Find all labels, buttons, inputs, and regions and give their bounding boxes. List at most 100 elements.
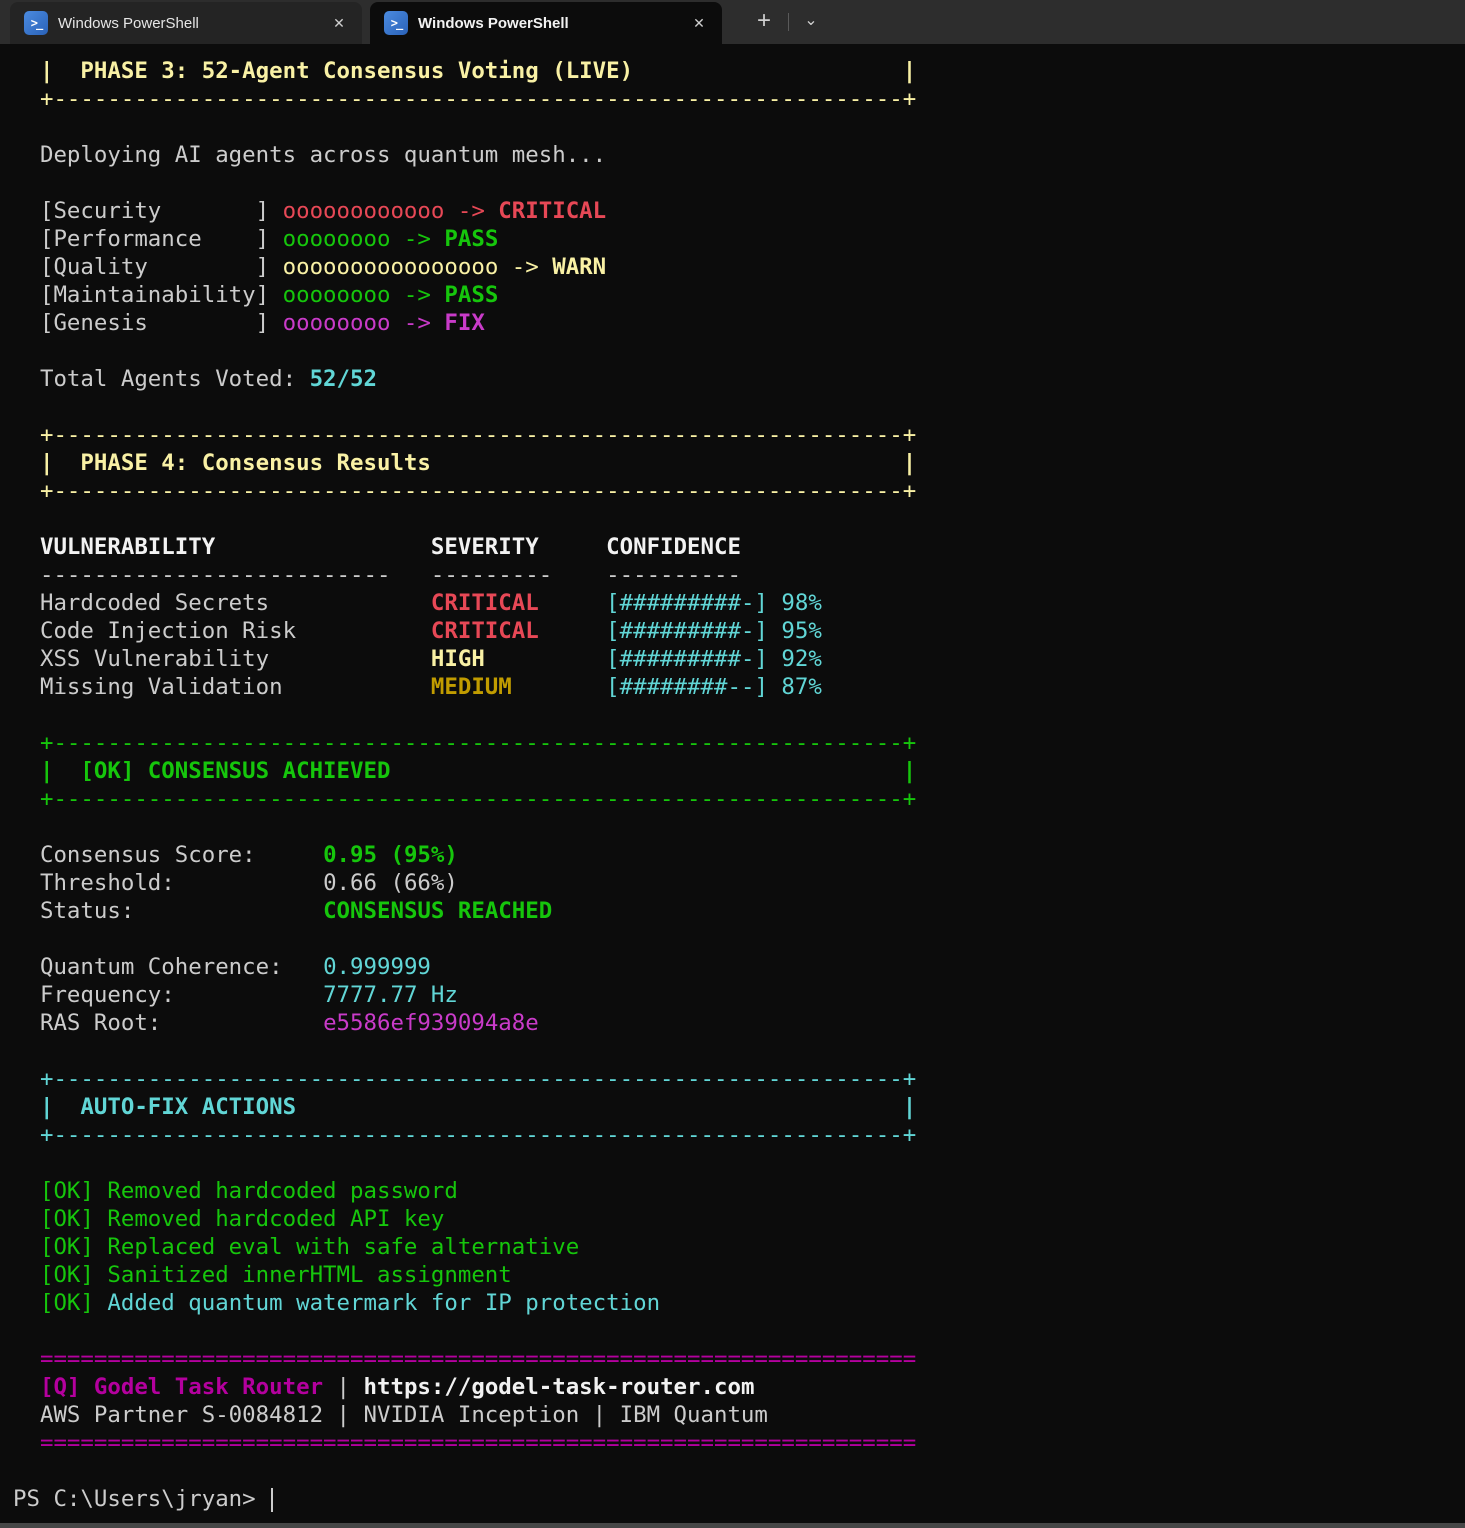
terminal-text-segment: +---------------------------------------… (13, 1122, 916, 1148)
terminal-text-segment: [#########-] 95% (606, 618, 822, 644)
terminal-line: Frequency: 7777.77 Hz (13, 981, 1465, 1009)
terminal-text-segment: MEDIUM (431, 674, 512, 700)
tab-windows-powershell-1[interactable]: >_ Windows PowerShell ✕ (10, 2, 362, 44)
tab-label: Windows PowerShell (418, 15, 684, 32)
terminal-line: RAS Root: e5586ef939094a8e (13, 1009, 1465, 1037)
terminal-text-segment: CONSENSUS REACHED (323, 898, 552, 924)
terminal[interactable]: | PHASE 3: 52-Agent Consensus Voting (LI… (0, 44, 1465, 1523)
terminal-line (13, 925, 1465, 953)
terminal-text-segment (512, 674, 606, 700)
terminal-text-segment: XSS Vulnerability (13, 646, 431, 672)
terminal-text-segment: Missing Validation (13, 674, 431, 700)
terminal-text-segment: +---------------------------------------… (13, 422, 916, 448)
terminal-text-segment: [#########-] 92% (606, 646, 822, 672)
terminal-text-segment: https://godel-task-router.com (364, 1374, 755, 1400)
terminal-text-segment: Total Agents Voted: (13, 366, 310, 392)
terminal-line: [Quality ] oooooooooooooooo -> WARN (13, 253, 1465, 281)
terminal-text-segment: [OK] Sanitized innerHTML assignment (13, 1262, 512, 1288)
terminal-text-segment: | PHASE 3: 52-Agent Consensus Voting (LI… (13, 58, 916, 84)
terminal-text-segment: PASS (444, 282, 498, 308)
terminal-text-segment: 0.999999 (323, 954, 431, 980)
terminal-text-segment: oooooooo -> (283, 226, 445, 252)
terminal-text-segment: Quantum Coherence: (13, 954, 323, 980)
terminal-text-segment: Frequency: (13, 982, 323, 1008)
terminal-line: +---------------------------------------… (13, 785, 1465, 813)
terminal-text-segment: CRITICAL (498, 198, 606, 224)
terminal-line: [Maintainability] oooooooo -> PASS (13, 281, 1465, 309)
terminal-text-segment: | AUTO-FIX ACTIONS | (13, 1094, 916, 1120)
terminal-line: +---------------------------------------… (13, 1121, 1465, 1149)
terminal-line: Hardcoded Secrets CRITICAL [#########-] … (13, 589, 1465, 617)
terminal-line: +---------------------------------------… (13, 85, 1465, 113)
terminal-text-segment: Code Injection Risk (13, 618, 431, 644)
terminal-text-segment: Deploying AI agents across quantum mesh.… (13, 142, 606, 168)
terminal-line: [Performance ] oooooooo -> PASS (13, 225, 1465, 253)
terminal-line: +---------------------------------------… (13, 1065, 1465, 1093)
terminal-line: AWS Partner S-0084812 | NVIDIA Inception… (13, 1401, 1465, 1429)
tab-dropdown-icon[interactable]: ⌄ (795, 4, 827, 40)
terminal-text-segment: | [OK] CONSENSUS ACHIEVED | (13, 758, 916, 784)
terminal-text-segment (539, 618, 606, 644)
terminal-line (13, 701, 1465, 729)
terminal-line (13, 1149, 1465, 1177)
text-cursor (271, 1488, 273, 1512)
terminal-text-segment: VULNERABILITY SEVERITY CONFIDENCE (13, 534, 741, 560)
close-icon[interactable]: ✕ (684, 8, 714, 38)
terminal-text-segment: +---------------------------------------… (13, 786, 916, 812)
new-tab-button[interactable]: + (746, 4, 782, 40)
terminal-text-segment: oooooooooooo -> (283, 198, 499, 224)
terminal-text-segment: 0.66 (66%) (323, 870, 458, 896)
terminal-text-segment: WARN (552, 254, 606, 280)
terminal-text-segment: | (337, 1374, 364, 1400)
terminal-text-segment: CRITICAL (431, 590, 539, 616)
terminal-text-segment: PASS (444, 226, 498, 252)
terminal-line: | PHASE 3: 52-Agent Consensus Voting (LI… (13, 57, 1465, 85)
terminal-text-segment: [Genesis ] (13, 310, 283, 336)
terminal-output: | PHASE 3: 52-Agent Consensus Voting (LI… (13, 57, 1465, 1485)
terminal-line: Code Injection Risk CRITICAL [#########-… (13, 617, 1465, 645)
terminal-text-segment: HIGH (431, 646, 485, 672)
terminal-line: Consensus Score: 0.95 (95%) (13, 841, 1465, 869)
terminal-text-segment: [Maintainability] (13, 282, 283, 308)
terminal-text-segment: Hardcoded Secrets (13, 590, 431, 616)
terminal-text-segment: Added quantum watermark for IP protectio… (107, 1290, 660, 1316)
terminal-text-segment: ========================================… (13, 1430, 916, 1456)
tab-bar-separator (788, 13, 789, 31)
tab-label: Windows PowerShell (58, 15, 324, 32)
terminal-text-segment: Status: (13, 898, 323, 924)
terminal-line: Total Agents Voted: 52/52 (13, 365, 1465, 393)
terminal-line (13, 505, 1465, 533)
terminal-line: [Genesis ] oooooooo -> FIX (13, 309, 1465, 337)
terminal-line: -------------------------- --------- ---… (13, 561, 1465, 589)
close-icon[interactable]: ✕ (324, 8, 354, 38)
powershell-icon: >_ (24, 11, 48, 35)
terminal-line: ========================================… (13, 1345, 1465, 1373)
terminal-text-segment: oooooooooooooooo -> (283, 254, 553, 280)
terminal-line: | [OK] CONSENSUS ACHIEVED | (13, 757, 1465, 785)
terminal-line: [OK] Added quantum watermark for IP prot… (13, 1289, 1465, 1317)
terminal-line (13, 1457, 1465, 1485)
terminal-text-segment: 7777.77 Hz (323, 982, 458, 1008)
terminal-text-segment: Threshold: (13, 870, 323, 896)
terminal-line: Status: CONSENSUS REACHED (13, 897, 1465, 925)
terminal-text-segment: | PHASE 4: Consensus Results | (13, 450, 916, 476)
terminal-line: Missing Validation MEDIUM [########--] 8… (13, 673, 1465, 701)
terminal-text-segment: [OK] (13, 1290, 107, 1316)
tab-windows-powershell-2[interactable]: >_ Windows PowerShell ✕ (370, 2, 722, 44)
terminal-text-segment: ========================================… (13, 1346, 916, 1372)
terminal-text-segment: -------------------------- --------- ---… (13, 562, 741, 588)
terminal-text-segment: [Quality ] (13, 254, 283, 280)
terminal-line: [OK] Sanitized innerHTML assignment (13, 1261, 1465, 1289)
terminal-line (13, 1037, 1465, 1065)
terminal-line: Quantum Coherence: 0.999999 (13, 953, 1465, 981)
terminal-text-segment: [Security ] (13, 198, 283, 224)
terminal-text-segment: [#########-] 98% (606, 590, 822, 616)
terminal-line: +---------------------------------------… (13, 421, 1465, 449)
terminal-line: [Q] Godel Task Router | https://godel-ta… (13, 1373, 1465, 1401)
terminal-line: Deploying AI agents across quantum mesh.… (13, 141, 1465, 169)
terminal-line: | AUTO-FIX ACTIONS | (13, 1093, 1465, 1121)
terminal-text-segment: RAS Root: (13, 1010, 323, 1036)
tab-bar: >_ Windows PowerShell ✕ >_ Windows Power… (0, 0, 1465, 44)
terminal-line (13, 393, 1465, 421)
terminal-text-segment: +---------------------------------------… (13, 1066, 916, 1092)
